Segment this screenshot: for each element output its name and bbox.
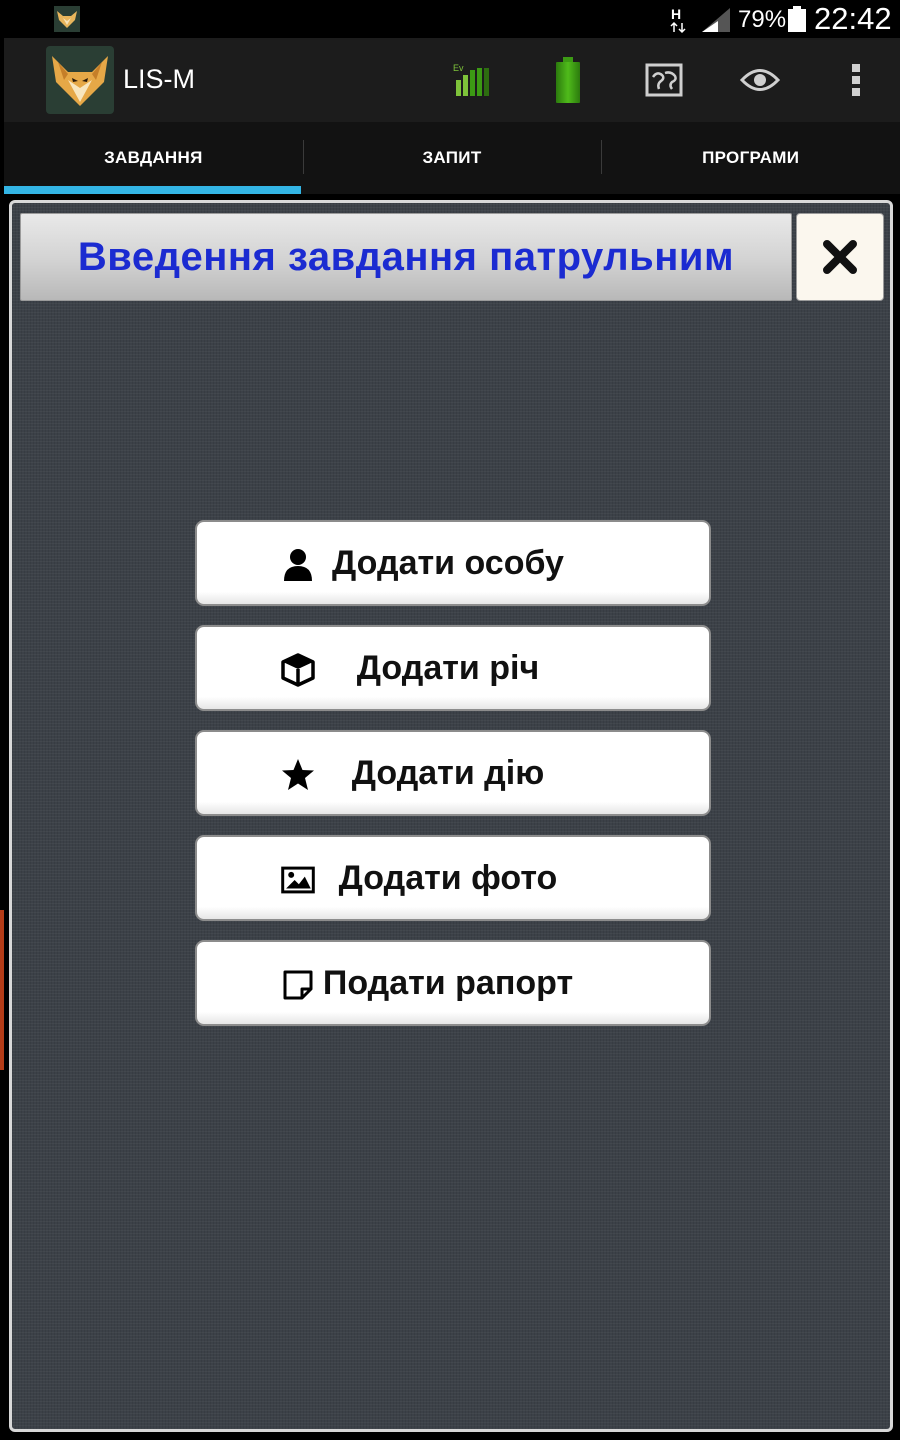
clock: 22:42 [814,1,892,36]
add-item-button[interactable]: Додати річ [195,625,711,711]
app-notification-icon [54,6,80,32]
submit-report-button[interactable]: Подати рапорт [195,940,711,1026]
dialog-header: Введення завдання патрульним [20,213,792,301]
tab-zavdannia[interactable]: ЗАВДАННЯ [4,122,303,194]
add-photo-button[interactable]: Додати фото [195,835,711,921]
tab-label: ЗАПИТ [422,148,482,167]
add-photo-label: Додати фото [338,858,558,897]
tab-label: ЗАВДАННЯ [104,148,203,167]
tab-bar: ЗАВДАННЯ ЗАПИТ ПРОГРАМИ [4,122,900,194]
action-list: Додати особу Додати річ Додати дію Додат… [195,520,713,1045]
ev-signal-icon[interactable]: Ev [444,52,500,108]
battery-percent: 79% [738,6,787,33]
add-person-button[interactable]: Додати особу [195,520,711,606]
image-icon [281,863,315,897]
network-type-icon: H [670,6,686,34]
action-bar: LIS-M Ev [4,38,900,122]
dialog-title: Введення завдання патрульним [77,234,735,279]
star-icon [281,758,315,792]
overflow-menu-icon[interactable] [828,52,884,108]
task-entry-dialog: Введення завдання патрульним Додати особ… [9,200,893,1432]
add-person-label: Додати особу [332,543,564,582]
battery-status-icon[interactable] [540,52,596,108]
app-title: LIS-M [123,64,196,94]
close-button[interactable] [796,213,884,301]
app-logo-icon[interactable] [46,46,114,114]
fox-logo-icon [52,56,108,106]
close-icon [823,240,857,274]
add-item-label: Додати річ [356,648,540,687]
tab-label: ПРОГРАМИ [702,148,800,167]
tab-prohramy[interactable]: ПРОГРАМИ [601,122,900,194]
submit-report-label: Подати рапорт [322,963,574,1002]
status-bar: H 79% 22:42 [0,0,900,38]
background-edge [0,910,4,1070]
person-icon [281,548,315,582]
add-action-label: Додати дію [351,753,545,792]
tab-zapyt[interactable]: ЗАПИТ [302,122,602,194]
cube-icon [281,653,315,687]
svg-text:H: H [671,6,681,22]
battery-icon [788,6,806,32]
svg-text:Ev: Ev [453,63,464,73]
add-action-button[interactable]: Додати дію [195,730,711,816]
signal-strength-icon [702,8,730,32]
eye-icon[interactable] [732,52,788,108]
map-icon[interactable] [636,52,692,108]
note-icon [281,968,315,1002]
